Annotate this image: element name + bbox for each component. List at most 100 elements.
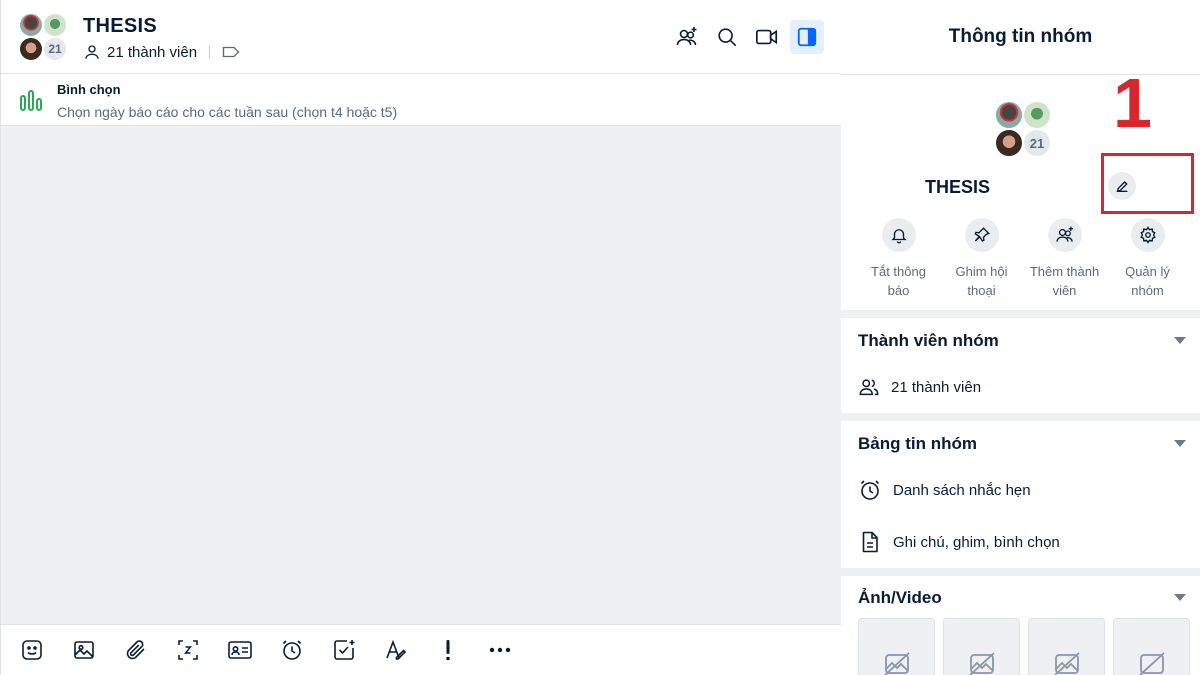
action-label: Quản lý nhóm: [1125, 264, 1170, 298]
header-actions: [670, 20, 824, 54]
more-button[interactable]: [483, 633, 517, 667]
group-avatar-large[interactable]: 21: [994, 100, 1054, 158]
action-label: Thêm thành viên: [1029, 264, 1100, 298]
collapse-media-icon[interactable]: [1174, 594, 1186, 601]
section-divider: [841, 413, 1200, 421]
image-icon: [74, 641, 94, 659]
divider: [209, 45, 211, 59]
screenshot-icon: [178, 640, 198, 660]
media-thumbnail[interactable]: [943, 618, 1020, 675]
search-icon: [718, 28, 737, 47]
pinned-text: Chọn ngày báo cáo cho các tuần sau (chọn…: [57, 104, 398, 120]
action-icon-wrap: [964, 218, 999, 252]
action-icon-wrap: [1130, 218, 1165, 252]
avatar-count: 21: [42, 36, 68, 62]
member-avatar: [994, 100, 1024, 130]
pinned-poll-bar[interactable]: Bình chọn Chọn ngày báo cáo cho các tuần…: [1, 75, 841, 126]
poll-icon: [20, 90, 42, 111]
paperclip-icon: [126, 640, 145, 660]
app: 21 THESIS 21 thành viên Bình chọn Chọn n…: [0, 0, 1200, 675]
media-thumbnail[interactable]: [1028, 618, 1105, 675]
notes-label: Ghi chú, ghim, bình chọn: [893, 533, 1060, 551]
video-call-button[interactable]: [750, 20, 784, 54]
member-avatar: [42, 12, 68, 38]
media-grid: [858, 618, 1190, 675]
annotation-highlight-box: [1101, 153, 1194, 214]
annotation-number: 1: [1113, 64, 1152, 142]
exclamation-icon: [446, 640, 450, 661]
image-unavailable-icon: [883, 652, 910, 675]
manage-group-action[interactable]: Quản lý nhóm: [1106, 218, 1189, 300]
action-label: Ghim hội thoại: [955, 264, 1008, 298]
member-avatar: [18, 12, 44, 38]
composer-toolbar: [1, 624, 841, 675]
media-section-title[interactable]: Ảnh/Video: [858, 588, 942, 608]
member-avatar: [1022, 100, 1052, 130]
chat-header: 21 THESIS 21 thành viên: [1, 0, 841, 74]
avatar-count: 21: [1022, 128, 1052, 158]
video-unavailable-icon: [1138, 652, 1165, 675]
chat-area: 21 THESIS 21 thành viên Bình chọn Chọn n…: [0, 0, 841, 675]
board-section-title[interactable]: Bảng tin nhóm: [858, 434, 977, 454]
members-count: 21 thành viên: [891, 378, 982, 396]
search-button[interactable]: [710, 20, 744, 54]
member-count[interactable]: 21 thành viên: [107, 44, 197, 61]
add-user-icon: [676, 27, 697, 46]
collapse-members-icon[interactable]: [1174, 337, 1186, 344]
action-icon-wrap: [1047, 218, 1082, 252]
image-unavailable-icon: [968, 652, 995, 675]
sidebar-icon: [797, 27, 817, 47]
members-section-title[interactable]: Thành viên nhóm: [858, 331, 999, 351]
gear-icon: [1139, 226, 1156, 244]
add-member-action[interactable]: Thêm thành viên: [1023, 218, 1106, 300]
task-icon: [334, 640, 355, 660]
action-label: Tắt thông báo: [871, 264, 926, 298]
reminders-label: Danh sách nhắc hẹn: [893, 481, 1031, 499]
bell-icon: [890, 229, 907, 244]
mute-notifications-action[interactable]: Tắt thông báo: [857, 218, 940, 300]
contact-card-button[interactable]: [223, 633, 257, 667]
sticker-button[interactable]: [15, 633, 49, 667]
group-info-panel: Thông tin nhóm 1 21 THESIS Tắt thông báo: [841, 0, 1200, 675]
section-divider: [841, 310, 1200, 318]
urgent-button[interactable]: [431, 633, 465, 667]
image-button[interactable]: [67, 633, 101, 667]
action-icon-wrap: [881, 218, 916, 252]
tag-icon[interactable]: [222, 45, 240, 59]
document-icon: [862, 531, 878, 553]
users-icon: [859, 379, 879, 396]
text-format-icon: [386, 639, 407, 660]
members-row[interactable]: 21 thành viên: [858, 376, 981, 398]
screenshot-button[interactable]: [171, 633, 205, 667]
chat-title: THESIS: [83, 15, 158, 37]
group-name: THESIS: [925, 177, 991, 197]
video-icon: [756, 29, 778, 45]
toggle-info-panel-button[interactable]: [790, 20, 824, 54]
pinned-title: Bình chọn: [57, 82, 121, 97]
person-icon: [85, 45, 99, 59]
contact-card-icon: [228, 641, 252, 659]
task-button[interactable]: [327, 633, 361, 667]
media-thumbnail[interactable]: [1113, 618, 1190, 675]
alarm-icon: [860, 480, 880, 500]
image-unavailable-icon: [1053, 652, 1080, 675]
add-member-button[interactable]: [670, 20, 704, 54]
collapse-board-icon[interactable]: [1174, 440, 1186, 447]
media-thumbnail[interactable]: [858, 618, 935, 675]
chat-subtitle: 21 thành viên: [83, 43, 240, 61]
group-avatar[interactable]: 21: [18, 12, 72, 64]
message-area[interactable]: [1, 126, 841, 624]
add-user-icon: [1055, 226, 1073, 242]
reminder-button[interactable]: [275, 633, 309, 667]
reminders-row[interactable]: Danh sách nhắc hẹn: [858, 478, 1031, 502]
text-format-button[interactable]: [379, 633, 413, 667]
member-avatar: [994, 128, 1024, 158]
pin-conversation-action[interactable]: Ghim hội thoại: [940, 218, 1023, 300]
member-avatar: [18, 36, 44, 62]
attach-button[interactable]: [119, 633, 153, 667]
group-actions: Tắt thông báo Ghim hội thoại Thêm thành …: [857, 218, 1197, 300]
sticker-icon: [22, 640, 42, 660]
more-icon: [489, 647, 511, 653]
pin-icon: [973, 227, 990, 242]
notes-row[interactable]: Ghi chú, ghim, bình chọn: [858, 530, 1060, 554]
